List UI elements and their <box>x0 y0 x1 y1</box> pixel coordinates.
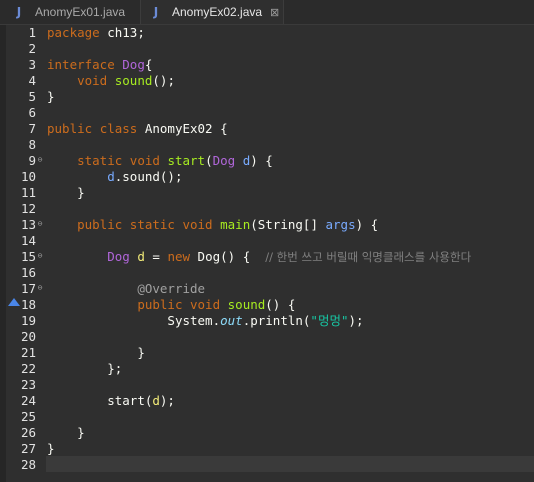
line-number: 23 <box>20 377 36 392</box>
java-file-icon: J <box>153 5 159 19</box>
line-number: 2 <box>28 41 36 56</box>
code-line-3: interface Dog{ <box>47 57 153 72</box>
code-line-26: } <box>77 425 85 440</box>
line-number: 17 <box>20 281 36 296</box>
code-line-22: }; <box>107 361 123 376</box>
code-line-10: d.sound(); <box>107 169 183 184</box>
line-number: 24 <box>20 393 36 408</box>
line-number: 5 <box>28 89 36 104</box>
line-number: 8 <box>28 137 36 152</box>
tab-label: AnomyEx02.java <box>172 5 263 19</box>
code-line-7: public class AnomyEx02 { <box>47 121 228 136</box>
line-number: 9 <box>28 153 36 168</box>
code-line-9: static void start(Dog d) { <box>77 153 273 168</box>
code-line-1: package ch13; <box>47 25 145 40</box>
java-file-icon: J <box>16 5 22 19</box>
code-line-19: System.out.println("멍멍"); <box>167 313 364 328</box>
editor-tab-bar: J AnomyEx01.java J AnomyEx02.java ⊠ <box>0 0 534 25</box>
line-number: 22 <box>20 361 36 376</box>
code-line-21: } <box>137 345 145 360</box>
code-line-24: start(d); <box>107 393 175 408</box>
code-line-11: } <box>77 185 85 200</box>
code-line-17: @Override <box>137 281 206 296</box>
line-number: 1 <box>28 25 36 40</box>
code-line-18: public void sound() { <box>137 297 296 312</box>
line-number: 3 <box>28 57 36 72</box>
line-number: 13 <box>20 217 36 232</box>
line-number: 19 <box>20 313 36 328</box>
line-number: 25 <box>20 409 36 424</box>
line-number: 6 <box>28 105 36 120</box>
line-number: 26 <box>20 425 36 440</box>
code-line-15: Dog d = new Dog() { // 한번 쓰고 버릴때 익명클래스를 … <box>107 249 472 264</box>
fold-collapse-icon[interactable]: ⊖ <box>36 220 44 228</box>
tab-anomyex02[interactable]: J AnomyEx02.java ⊠ <box>140 0 284 24</box>
override-indicator-icon[interactable] <box>8 298 20 306</box>
line-number: 16 <box>20 265 36 280</box>
line-number: 28 <box>20 457 36 472</box>
line-number: 15 <box>20 249 36 264</box>
code-line-27: } <box>47 441 55 456</box>
fold-collapse-icon[interactable]: ⊖ <box>36 156 44 164</box>
code-line-5: } <box>47 89 55 104</box>
line-number: 20 <box>20 329 36 344</box>
current-line-highlight <box>46 456 534 472</box>
line-number: 11 <box>20 185 36 200</box>
fold-collapse-icon[interactable]: ⊖ <box>36 284 44 292</box>
line-number: 7 <box>28 121 36 136</box>
code-line-4: void sound(); <box>77 73 175 88</box>
tab-anomyex01[interactable]: J AnomyEx01.java <box>12 0 125 24</box>
code-line-13: public static void main(String[] args) { <box>77 217 379 232</box>
line-number: 12 <box>20 201 36 216</box>
line-number: 4 <box>28 73 36 88</box>
line-number: 10 <box>20 169 36 184</box>
tab-label: AnomyEx01.java <box>35 5 126 19</box>
close-icon[interactable]: ⊠ <box>270 6 279 19</box>
line-number: 27 <box>20 441 36 456</box>
fold-collapse-icon[interactable]: ⊖ <box>36 252 44 260</box>
line-number: 14 <box>20 233 36 248</box>
line-number: 21 <box>20 345 36 360</box>
